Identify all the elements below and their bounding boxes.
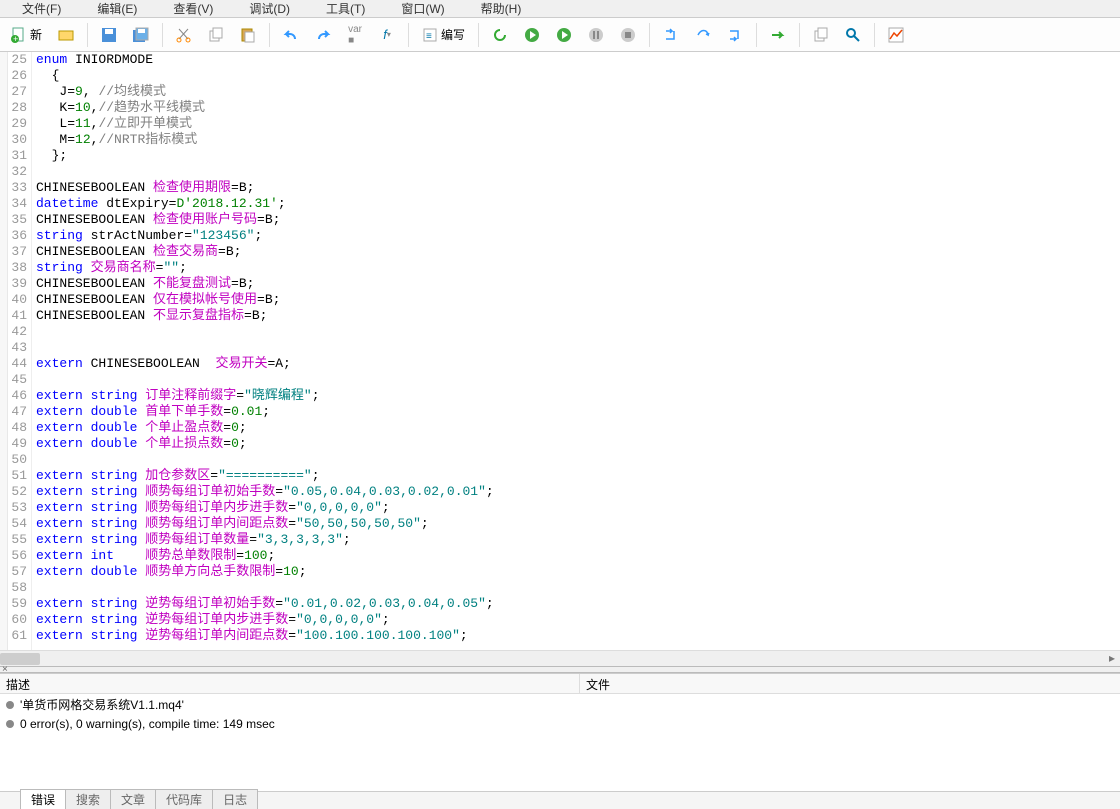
output-tab[interactable]: 日志 bbox=[212, 789, 258, 809]
output-header: 描述 文件 bbox=[0, 674, 1120, 694]
step-out-icon bbox=[727, 27, 743, 43]
output-panel: 描述 文件 '单货币网格交易系统V1.1.mq4' 0 error(s), 0 w… bbox=[0, 673, 1120, 791]
undo-icon bbox=[283, 27, 299, 43]
play-alt-icon bbox=[556, 27, 572, 43]
toolbar-separator bbox=[874, 23, 875, 47]
output-tab[interactable]: 搜索 bbox=[65, 789, 111, 809]
col-file[interactable]: 文件 bbox=[580, 674, 616, 693]
output-tabs: 错误搜索文章代码库日志 bbox=[0, 791, 1120, 809]
folder-open-icon bbox=[58, 27, 74, 43]
save-all-icon bbox=[132, 27, 150, 43]
editor-area: 2526272829303132333435363738394041424344… bbox=[0, 52, 1120, 650]
toolbar-separator bbox=[799, 23, 800, 47]
debug-play-button[interactable] bbox=[517, 21, 547, 49]
chart-icon bbox=[888, 27, 904, 43]
marker-strip bbox=[0, 52, 8, 650]
menu-item[interactable]: 查看(V) bbox=[169, 0, 217, 17]
copy-icon bbox=[208, 27, 224, 43]
toolbar-separator bbox=[162, 23, 163, 47]
find-button[interactable] bbox=[838, 21, 868, 49]
menu-item[interactable]: 编辑(E) bbox=[93, 0, 141, 17]
code-editor[interactable]: enum INIORDMODE { J=9, //均线模式 K=10,//趋势水… bbox=[32, 52, 1120, 650]
step-out-button[interactable] bbox=[720, 21, 750, 49]
play-icon bbox=[524, 27, 540, 43]
menu-bar: 文件(F) 编辑(E) 查看(V) 调试(D) 工具(T) 窗口(W) 帮助(H) bbox=[0, 0, 1120, 18]
toolbar-separator bbox=[408, 23, 409, 47]
step-over-button[interactable] bbox=[688, 21, 718, 49]
toolbar-separator bbox=[478, 23, 479, 47]
var-button[interactable]: var■ bbox=[340, 21, 370, 49]
menu-item[interactable]: 窗口(W) bbox=[397, 0, 448, 17]
output-tab[interactable]: 错误 bbox=[20, 789, 66, 809]
save-all-button[interactable] bbox=[126, 21, 156, 49]
panel-splitter[interactable] bbox=[0, 666, 1120, 673]
menu-item[interactable]: 工具(T) bbox=[322, 0, 369, 17]
undo-button[interactable] bbox=[276, 21, 306, 49]
restart-icon bbox=[492, 27, 508, 43]
editor-horizontal-scrollbar[interactable]: ◂ ▸ bbox=[0, 650, 1120, 666]
pause-icon bbox=[588, 27, 604, 43]
save-button[interactable] bbox=[94, 21, 124, 49]
toolbar: + 新 var■ f▾ ≡ 编写 bbox=[0, 18, 1120, 52]
step-over-icon bbox=[695, 27, 711, 43]
paste-button[interactable] bbox=[233, 21, 263, 49]
toolbar-separator bbox=[269, 23, 270, 47]
menu-item[interactable]: 调试(D) bbox=[245, 0, 294, 17]
svg-text:≡: ≡ bbox=[426, 31, 432, 42]
debug-play2-button[interactable] bbox=[549, 21, 579, 49]
output-row[interactable]: 0 error(s), 0 warning(s), compile time: … bbox=[0, 715, 1120, 733]
chart-button[interactable] bbox=[881, 21, 911, 49]
var-icon: var■ bbox=[348, 24, 362, 46]
stop-icon bbox=[620, 27, 636, 43]
step-into-button[interactable] bbox=[656, 21, 686, 49]
goto-icon bbox=[770, 27, 786, 43]
open-button[interactable] bbox=[51, 21, 81, 49]
debug-stop-button[interactable] bbox=[613, 21, 643, 49]
go-to-button[interactable] bbox=[763, 21, 793, 49]
toolbar-separator bbox=[649, 23, 650, 47]
status-dot-icon bbox=[6, 720, 14, 728]
compile-button-label: 编写 bbox=[441, 26, 465, 43]
cut-button[interactable] bbox=[169, 21, 199, 49]
toolbar-separator bbox=[87, 23, 88, 47]
function-button[interactable]: f▾ bbox=[372, 21, 402, 49]
redo-icon bbox=[315, 27, 331, 43]
save-icon bbox=[101, 27, 117, 43]
menu-item[interactable]: 文件(F) bbox=[18, 0, 65, 17]
compile-icon: ≡ bbox=[422, 27, 438, 43]
line-gutter: 2526272829303132333435363738394041424344… bbox=[8, 52, 32, 650]
copy2-button[interactable] bbox=[806, 21, 836, 49]
col-description[interactable]: 描述 bbox=[0, 674, 580, 693]
output-tab[interactable]: 文章 bbox=[110, 789, 156, 809]
output-tab[interactable]: 代码库 bbox=[155, 789, 213, 809]
step-into-icon bbox=[663, 27, 679, 43]
compile-button[interactable]: ≡ 编写 bbox=[415, 21, 472, 49]
cut-icon bbox=[176, 27, 192, 43]
debug-pause-button[interactable] bbox=[581, 21, 611, 49]
redo-button[interactable] bbox=[308, 21, 338, 49]
toolbar-separator bbox=[756, 23, 757, 47]
copy-button[interactable] bbox=[201, 21, 231, 49]
new-file-icon: + bbox=[11, 27, 27, 43]
output-text: 0 error(s), 0 warning(s), compile time: … bbox=[20, 717, 275, 731]
paste-icon bbox=[240, 27, 256, 43]
search-icon bbox=[845, 27, 861, 43]
menu-item[interactable]: 帮助(H) bbox=[477, 0, 526, 17]
svg-text:+: + bbox=[13, 34, 18, 43]
debug-restart-button[interactable] bbox=[485, 21, 515, 49]
documents-icon bbox=[813, 27, 829, 43]
status-dot-icon bbox=[6, 701, 14, 709]
new-button[interactable]: + 新 bbox=[4, 21, 49, 49]
output-text: '单货币网格交易系统V1.1.mq4' bbox=[20, 696, 184, 713]
output-rows: '单货币网格交易系统V1.1.mq4' 0 error(s), 0 warning… bbox=[0, 694, 1120, 791]
new-button-label: 新 bbox=[30, 26, 42, 43]
output-row[interactable]: '单货币网格交易系统V1.1.mq4' bbox=[0, 694, 1120, 715]
scroll-right-icon[interactable]: ▸ bbox=[1104, 651, 1120, 667]
